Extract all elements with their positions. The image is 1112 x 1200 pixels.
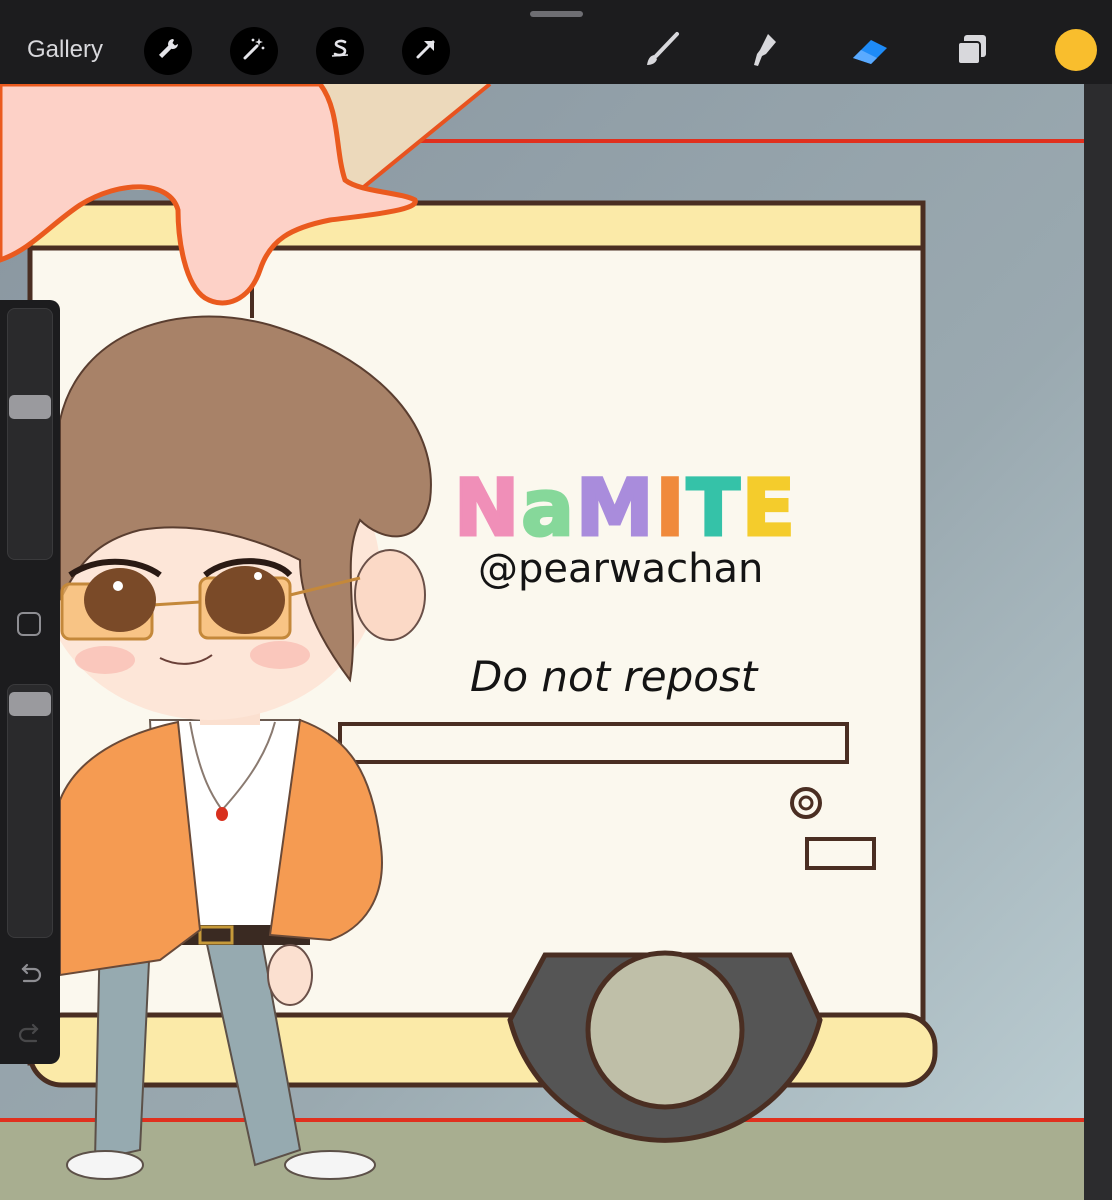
brush-size-thumb[interactable] [9,395,51,419]
canvas-edge [1084,84,1112,1200]
opacity-thumb[interactable] [9,692,51,716]
title-letter: E [740,464,798,554]
transform-button[interactable] [402,27,450,75]
smudge-icon [744,30,784,75]
repost-notice: Do not repost [470,652,758,701]
actions-button[interactable] [144,27,192,75]
redo-icon [16,1023,44,1052]
layers-tool[interactable] [950,30,994,74]
redo-button[interactable] [16,1020,44,1048]
title-letter: I [654,464,687,554]
wrench-icon [154,35,182,68]
title-letter: a [520,464,576,554]
drawing-canvas[interactable]: NaMITE @pearwachan Do not repost [0,84,1084,1200]
side-panel [0,300,60,1064]
brush-size-slider[interactable] [7,308,53,560]
opacity-slider[interactable] [7,684,53,938]
title-letter: N [452,464,522,554]
brush-tool[interactable] [640,30,684,74]
eraser-icon [849,30,891,75]
smudge-tool[interactable] [742,30,786,74]
artwork-illustration [0,84,1084,1200]
artwork-title: NaMITE [452,469,797,550]
selection-s-icon [326,35,354,68]
brush-icon [642,30,682,75]
gallery-button[interactable]: Gallery [27,36,103,64]
title-letter: M [574,464,656,554]
adjustments-button[interactable] [230,27,278,75]
eraser-tool[interactable] [848,30,892,74]
undo-icon [16,963,44,992]
layers-icon [952,30,992,75]
color-picker-button[interactable] [1055,29,1097,71]
transform-arrow-icon [412,35,440,68]
artist-handle: @pearwachan [478,546,764,592]
title-letter: T [685,464,742,554]
drag-handle[interactable] [530,11,583,17]
magic-wand-icon [240,35,268,68]
modify-button[interactable] [17,612,41,636]
selection-button[interactable] [316,27,364,75]
undo-button[interactable] [16,960,44,988]
top-toolbar: Gallery [0,0,1112,84]
